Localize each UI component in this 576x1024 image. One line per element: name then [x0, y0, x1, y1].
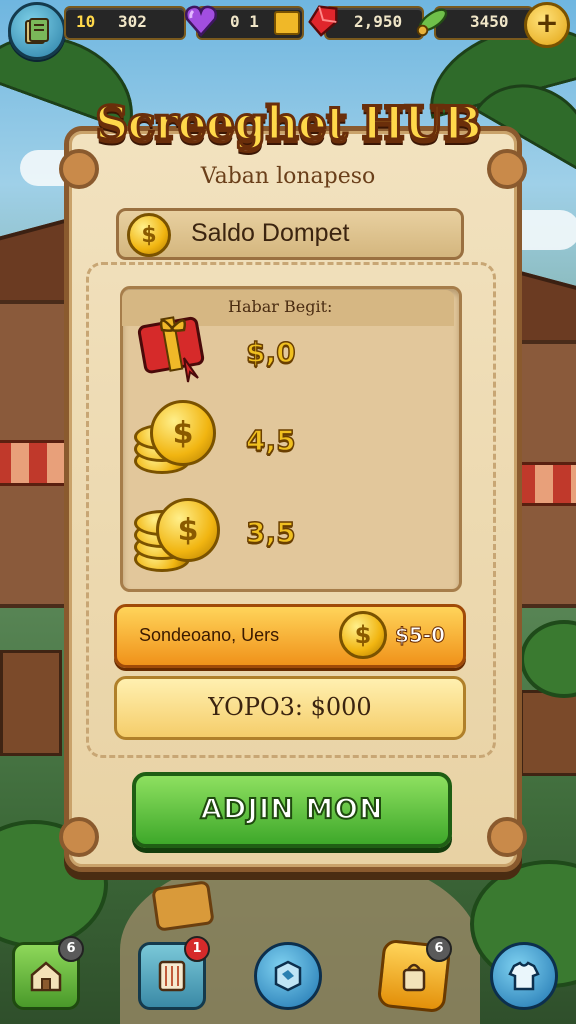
coin-stack-icon: $: [134, 396, 224, 476]
wallet-label: Saldo Dompet: [191, 219, 350, 247]
nav-home-badge: 6: [58, 936, 84, 962]
nav-inventory-button[interactable]: 6: [376, 936, 452, 1014]
total-balance-label: YOPO3: $000: [208, 693, 372, 721]
offer-price: $5-0: [394, 623, 446, 648]
menu-button[interactable]: [8, 2, 66, 60]
offer-bar[interactable]: Sondeoano, Uers $ $5-0: [114, 604, 466, 668]
green-feather-icon: [414, 0, 452, 40]
scroll-icon: [158, 960, 186, 992]
nav-map-button[interactable]: [254, 942, 322, 1010]
nav-wardrobe-button[interactable]: [490, 942, 558, 1010]
primary-action-label: ADJIN MON: [199, 791, 384, 826]
red-ruby-icon: [304, 0, 342, 40]
coin-icon: $: [127, 213, 171, 257]
resource-bar: 10 302 0 1 2,950 3450 +: [0, 0, 576, 60]
corner-ornament: [487, 817, 527, 857]
nav-quests-badge: 1: [184, 936, 210, 962]
item-value: $,0: [245, 335, 296, 370]
nav-quests-button[interactable]: 1: [138, 936, 210, 1010]
resource-feathers-value: 3450: [470, 12, 509, 31]
resource-rubies-value: 2,950: [354, 12, 403, 31]
total-balance-bar: YOPO3: $000: [114, 676, 466, 740]
item-value: 3,5: [245, 515, 296, 550]
list-item[interactable]: $,0: [124, 300, 452, 386]
coin-icon: $: [339, 611, 387, 659]
envelope-icon[interactable]: [274, 11, 300, 35]
resource-books-secondary: 302: [118, 12, 147, 31]
bag-icon: [402, 963, 426, 992]
add-currency-button[interactable]: +: [524, 2, 570, 48]
coin-stack-icon: $: [134, 490, 224, 572]
home-icon: [30, 961, 62, 992]
offer-label: Sondeoano, Uers: [139, 625, 280, 645]
plus-icon: +: [535, 6, 559, 39]
wooden-sign-icon: [151, 880, 215, 932]
nav-inventory-badge: 6: [426, 936, 452, 962]
resource-books-value: 10: [76, 12, 96, 31]
red-gift-box-icon: [137, 316, 205, 383]
resource-gems-value: 0 1: [230, 12, 259, 31]
book-icon: [25, 18, 49, 44]
list-item[interactable]: $ 3,5: [124, 490, 452, 576]
item-value: 4,5: [245, 423, 296, 458]
page-subtitle: Vaban lonapeso: [200, 164, 376, 189]
primary-action-button[interactable]: ADJIN MON: [132, 772, 452, 848]
list-item[interactable]: $ 4,5: [124, 396, 452, 482]
map-icon: [274, 960, 302, 992]
resource-books: 10 302: [64, 6, 186, 40]
nav-home-button[interactable]: 6: [12, 936, 84, 1010]
wallet-balance-header: $ Saldo Dompet: [116, 208, 464, 260]
shirt-icon: [508, 961, 540, 991]
page-title: Screeghet HUB: [94, 95, 484, 152]
purple-heart-gem-icon: [182, 0, 220, 40]
corner-ornament: [59, 817, 99, 857]
